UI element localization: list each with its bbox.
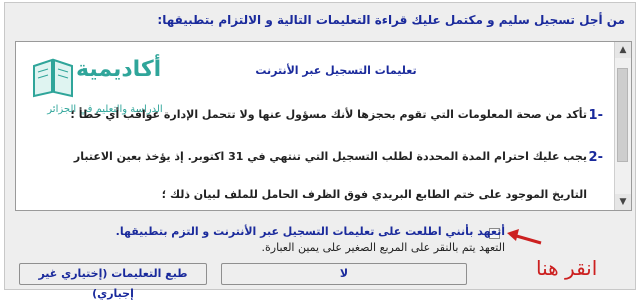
instructions-panel: أكاديمية الدراسة والتعليم في الجزائر تعل… [15,41,632,211]
item-number: 2- [588,150,603,165]
instruction-item: تأكد من صحة المعلومات التي تقوم بحجزها ل… [70,108,587,121]
instruction-text: من أجل تسجيل سليم و مكتمل عليك قراءة الت… [157,13,625,27]
pledge-note: التعهد يتم بالنقر على المربع الصغير على … [261,241,505,254]
instruction-item: التاريخ الموجود على ختم الطابع البريدي ف… [161,188,587,201]
item-number: 1- [588,108,603,123]
scroll-thumb[interactable] [617,68,628,162]
vertical-scrollbar[interactable]: ▲ ▼ [614,42,631,210]
registration-dialog: من أجل تسجيل سليم و مكتمل عليك قراءة الت… [4,2,636,300]
click-here-annotation: انقر هنا [536,256,598,280]
book-icon [33,58,73,98]
scroll-down-icon[interactable]: ▼ [615,194,631,210]
print-instructions-button[interactable]: طبع التعليمات (إختياري غير إجباري) [19,263,207,300]
pledge-text: أتعهد بأنني اطلعت على تعليمات التسجيل عب… [115,225,505,238]
logo-title: أكاديمية [76,57,162,82]
scroll-up-icon[interactable]: ▲ [615,42,631,58]
no-button[interactable]: لا [221,263,467,285]
arrow-icon [507,229,542,245]
panel-title: تعليمات التسجيل عبر الأنترنت [255,64,417,77]
instruction-item: يجب عليك احترام المدة المحددة لطلب التسج… [73,150,587,163]
